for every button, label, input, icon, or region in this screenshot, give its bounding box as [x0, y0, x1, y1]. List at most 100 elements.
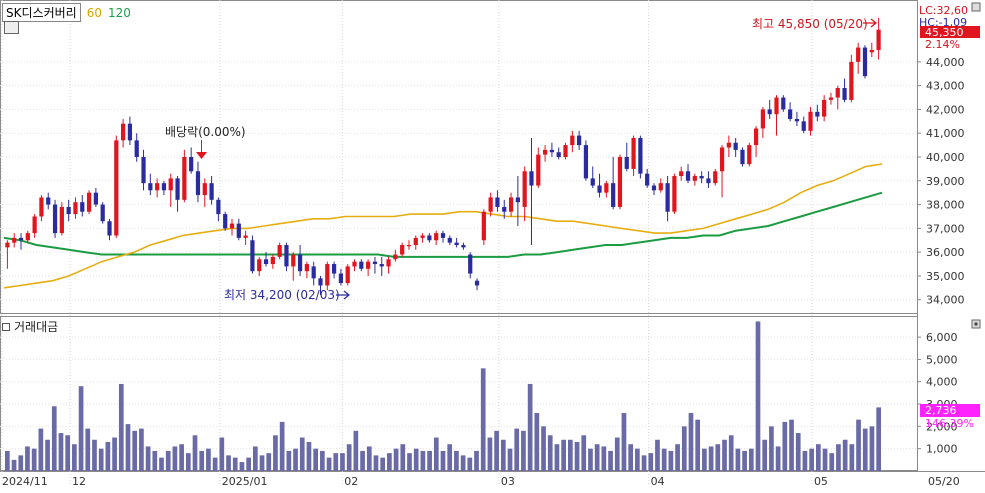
candle-body: [822, 99, 827, 117]
volume-bar: [507, 448, 513, 471]
candle: [849, 54, 854, 103]
volume-bar: [232, 457, 238, 471]
candle-body: [114, 140, 119, 236]
candle-body: [318, 278, 323, 286]
volume-bar: [474, 450, 479, 471]
candle: [747, 142, 752, 167]
volume-bar: [427, 450, 432, 471]
volume-bar: [815, 444, 821, 471]
candle-body: [781, 97, 786, 110]
candle: [672, 173, 677, 215]
volume-bar: [782, 421, 788, 471]
volume-bar: [648, 453, 654, 471]
volume-bar: [185, 453, 191, 471]
candle: [583, 140, 589, 181]
volume-panel-toggle-icon[interactable]: [2, 322, 10, 331]
volume-bar: [433, 437, 439, 471]
candle: [713, 168, 718, 186]
candle-body: [651, 185, 657, 191]
volume-bar: [715, 444, 721, 471]
candle-body: [406, 245, 412, 247]
date-tick-label: 03: [501, 475, 515, 488]
candle: [59, 202, 64, 236]
volume-bar: [829, 453, 835, 471]
volume-bar: [313, 448, 319, 471]
ma120-legend: 120: [107, 5, 131, 20]
candle: [345, 264, 350, 286]
candle-body: [141, 157, 146, 184]
candle: [563, 142, 568, 160]
volume-panel-title: 거래대금: [14, 320, 59, 334]
date-tick-label: 02: [344, 475, 358, 488]
candle-body: [856, 47, 861, 62]
candle-body: [801, 121, 806, 131]
candle-body: [66, 206, 71, 215]
volume-bar: [252, 446, 258, 471]
candle-body: [236, 223, 241, 238]
volume-bar: [380, 457, 386, 471]
candle-body: [556, 152, 561, 157]
candle-body: [120, 123, 126, 141]
volume-bar: [293, 448, 298, 471]
candle-body: [590, 178, 595, 186]
candle-body: [345, 266, 350, 284]
candle-body: [808, 111, 813, 131]
volume-bar: [454, 450, 459, 471]
volume-bar: [212, 457, 218, 471]
candle-body: [474, 280, 480, 286]
candle: [223, 211, 228, 231]
candle-body: [311, 266, 316, 279]
candle-body: [25, 233, 30, 241]
volume-bar: [836, 444, 841, 471]
price-tick-label: 38,000: [926, 199, 965, 212]
volume-bar: [420, 450, 426, 471]
volume-bar: [219, 437, 225, 471]
volume-bar: [695, 419, 701, 471]
volume-bar: [165, 450, 171, 471]
candle-body: [869, 49, 874, 53]
candle-body: [59, 206, 64, 234]
high-annotation: 최고 45,850 (05/20): [752, 17, 868, 31]
price-panel-collapse-button[interactable]: [971, 2, 981, 12]
volume-bar: [179, 444, 184, 471]
candle-body: [740, 149, 745, 165]
candle-body: [631, 137, 636, 169]
volume-bar: [628, 444, 634, 471]
candle-body: [263, 259, 269, 265]
volume-bar: [521, 430, 526, 471]
volume-bar: [487, 437, 493, 471]
volume-bar: [661, 448, 667, 471]
candle-body: [270, 256, 275, 265]
volume-bar: [775, 446, 781, 471]
volume-panel-header: 거래대금: [2, 318, 58, 335]
volume-bar: [239, 462, 245, 471]
volume-bar: [286, 450, 292, 471]
candle-body: [542, 149, 548, 155]
volume-bar: [460, 455, 466, 471]
price-y-axis-ticks: 34,000 35,000 36,000 37,000 38,000 39,000 40,0…: [917, 56, 965, 307]
price-tick-label: 42,000: [926, 103, 965, 116]
candle-body: [93, 192, 98, 205]
candle-body: [645, 173, 650, 186]
candle: [182, 149, 187, 203]
candle-body: [182, 157, 187, 200]
volume-bar: [728, 435, 734, 471]
volume-bar: [534, 412, 540, 471]
candle: [862, 45, 868, 79]
candle-body: [209, 183, 214, 200]
price-tick-label: 34,000: [926, 294, 965, 307]
volume-bar: [769, 426, 774, 471]
stock-name-box[interactable]: SK디스커버리: [2, 3, 81, 22]
candle-body: [257, 259, 262, 272]
chart-settings-icon[interactable]: [4, 21, 19, 34]
candle-body: [304, 264, 309, 272]
volume-bar: [735, 448, 741, 471]
ma60-legend: 60: [86, 5, 102, 20]
date-tick-label: 05/20: [928, 475, 960, 488]
candle-body: [427, 235, 432, 241]
volume-bar: [594, 444, 600, 471]
volume-bar: [547, 435, 553, 471]
candle-body: [658, 183, 663, 191]
candle-body: [706, 178, 711, 184]
volume-bar: [413, 448, 419, 471]
